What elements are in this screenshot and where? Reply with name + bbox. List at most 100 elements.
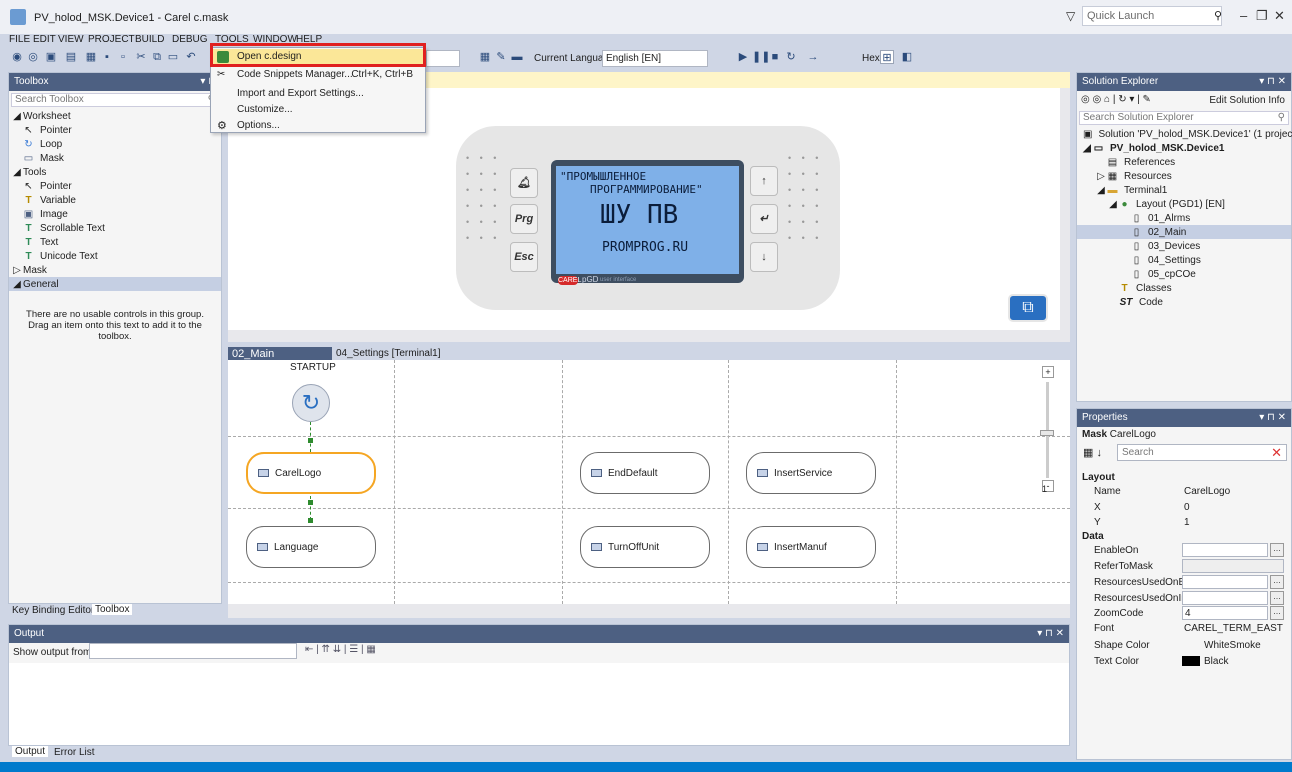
output-content[interactable] xyxy=(9,663,1069,745)
properties-object[interactable]: Mask CarelLogo xyxy=(1077,427,1291,442)
prop-x-row[interactable]: X0 xyxy=(1076,500,1292,515)
section-layout[interactable]: Layout xyxy=(1076,470,1292,485)
menu-code-snippets[interactable]: ✂ Code Snippets Manager... Ctrl+K, Ctrl+B xyxy=(211,67,425,83)
menu-view[interactable]: VIEW xyxy=(58,34,84,45)
group-mask[interactable]: ▷ Mask xyxy=(9,263,221,277)
menu-project[interactable]: PROJECT xyxy=(88,34,135,45)
quick-launch-input[interactable]: Quick Launch xyxy=(1082,6,1222,26)
prg-button[interactable]: Prg xyxy=(510,204,538,234)
prop-font-row[interactable]: Font CAREL_TERM_EAST xyxy=(1076,621,1292,636)
prop-enableon-row[interactable]: EnableOn… xyxy=(1076,543,1292,558)
prop-value[interactable]: CAREL_TERM_EAST xyxy=(1184,623,1283,634)
tree-code[interactable]: ST Code xyxy=(1077,295,1291,309)
prop-value[interactable]: 0 xyxy=(1184,502,1190,513)
down-arrow-icon[interactable]: ↓ xyxy=(750,242,778,272)
restore-icon[interactable]: ❐ xyxy=(1256,8,1268,24)
tree-layout[interactable]: ◢ ● Layout (PGD1) [EN] xyxy=(1077,197,1291,211)
save-icon[interactable]: ▪ xyxy=(100,50,114,64)
tree-project[interactable]: ◢ ▭ PV_holod_MSK.Device1 xyxy=(1077,141,1291,155)
section-data[interactable]: Data xyxy=(1076,529,1292,544)
prop-y-row[interactable]: Y1 xyxy=(1076,515,1292,530)
tree-resources[interactable]: ▷ ▦ Resources xyxy=(1077,169,1291,183)
menu-debug[interactable]: DEBUG xyxy=(172,34,208,45)
enter-icon[interactable]: ↵ xyxy=(750,204,778,234)
grid-icon[interactable]: ▦ xyxy=(478,50,492,64)
step-icon[interactable]: → xyxy=(806,50,820,64)
tool-pointer-2[interactable]: ↖ Pointer xyxy=(9,179,221,193)
menu-options[interactable]: ⚙ Options... xyxy=(211,118,425,134)
add-item-icon[interactable]: ▤ xyxy=(64,50,78,64)
paste-icon[interactable]: ▭ xyxy=(166,50,180,64)
flow-node-insertservice[interactable]: InsertService xyxy=(746,452,876,494)
tree-03-devices[interactable]: ▯ 03_Devices xyxy=(1077,239,1291,253)
tool-pointer[interactable]: ↖ Pointer xyxy=(9,123,221,137)
group-general[interactable]: ◢ General xyxy=(9,277,221,291)
tool-text[interactable]: T Text xyxy=(9,235,221,249)
esc-button[interactable]: Esc xyxy=(510,242,538,272)
forward-icon[interactable]: ◎ xyxy=(26,50,40,64)
tool-mask[interactable]: ▭ Mask xyxy=(9,151,221,165)
zoom-in-button[interactable]: + xyxy=(1042,366,1054,378)
resize-device-icon[interactable]: ⧉ xyxy=(1008,294,1048,322)
prop-value[interactable]: 4 xyxy=(1182,606,1268,620)
language-select[interactable]: English [EN] xyxy=(602,50,708,67)
filter-icon[interactable]: ▽ xyxy=(1066,9,1075,23)
ellipsis-button[interactable]: … xyxy=(1270,591,1284,605)
tab-key-binding-editor[interactable]: Key Binding Editor xyxy=(12,605,94,616)
menu-import-export[interactable]: Import and Export Settings... xyxy=(211,86,425,102)
tool-variable[interactable]: T Variable xyxy=(9,193,221,207)
output-source-select[interactable] xyxy=(89,643,297,659)
cut-icon[interactable]: ✂ xyxy=(134,50,148,64)
tool-scrollable-text[interactable]: T Scrollable Text xyxy=(9,221,221,235)
output-toolbar-icons[interactable]: ⇤ | ⇈ ⇊ | ☰ | ▦ xyxy=(305,644,376,655)
undo-icon[interactable]: ↶ xyxy=(184,50,198,64)
flow-node-turnoffunit[interactable]: TurnOffUnit xyxy=(580,526,710,568)
prop-shapecolor-row[interactable]: Shape Color WhiteSmoke xyxy=(1076,638,1292,653)
prop-dropdown[interactable] xyxy=(1182,559,1284,573)
menu-file[interactable]: FILE xyxy=(9,34,30,45)
tab-02-main[interactable]: 02_Main [Terminal1]* ⊓ ✕ xyxy=(228,347,332,373)
designer-hscrollbar[interactable] xyxy=(228,330,1070,342)
flow-node-insertmanuf[interactable]: InsertManuf xyxy=(746,526,876,568)
prop-textcolor-row[interactable]: Text Color Black xyxy=(1076,654,1292,669)
open-icon[interactable]: ▦ xyxy=(84,50,98,64)
prop-value-field[interactable] xyxy=(1182,575,1268,589)
pin-icon[interactable]: ▾ ⊓ ✕ xyxy=(1259,412,1286,423)
home-icon[interactable]: ◎ ◎ ⌂ | ↻ ▾ | ✎ xyxy=(1081,94,1151,105)
clear-search-icon[interactable]: ✕ xyxy=(1271,445,1282,461)
solution-search[interactable]: Search Solution Explorer ⚲ xyxy=(1079,111,1289,125)
up-arrow-icon[interactable]: ↑ xyxy=(750,166,778,196)
prop-name-row[interactable]: Name CarelLogo xyxy=(1076,484,1292,499)
prop-resint-row[interactable]: ResourcesUsedOnInt… xyxy=(1076,591,1292,606)
tree-solution[interactable]: ▣ Solution 'PV_holod_MSK.Device1' (1 proj… xyxy=(1077,127,1292,141)
zoom-slider-thumb[interactable] xyxy=(1040,430,1054,436)
tree-02-main[interactable]: ▯ 02_Main xyxy=(1077,225,1291,239)
startup-loop-icon[interactable]: ↻ xyxy=(292,384,330,422)
menu-edit[interactable]: EDIT xyxy=(33,34,56,45)
flow-node-language[interactable]: Language xyxy=(246,526,376,568)
search-icon[interactable]: ⚲ xyxy=(1214,9,1222,22)
pin-icon[interactable]: ▾ ⊓ ✕ xyxy=(1259,76,1286,87)
tree-05-cpcoe[interactable]: ▯ 05_cpCOe xyxy=(1077,267,1291,281)
prop-value[interactable]: Black xyxy=(1204,656,1228,667)
menu-build[interactable]: BUILD xyxy=(135,34,164,45)
group-worksheet[interactable]: ◢ Worksheet xyxy=(9,109,221,123)
tree-terminal1[interactable]: ◢ ▬ Terminal1 xyxy=(1077,183,1291,197)
wand-icon[interactable]: ✎ xyxy=(494,50,508,64)
ellipsis-button[interactable]: … xyxy=(1270,606,1284,620)
close-icon[interactable]: ✕ xyxy=(1274,8,1285,24)
tree-01-alrms[interactable]: ▯ 01_Alrms xyxy=(1077,211,1291,225)
prop-value[interactable]: CarelLogo xyxy=(1184,486,1230,497)
tree-classes[interactable]: T Classes xyxy=(1077,281,1291,295)
device-icon[interactable]: ▬ xyxy=(510,50,524,64)
tab-04-settings[interactable]: 04_Settings [Terminal1] xyxy=(336,348,441,359)
flow-node-enddefault[interactable]: EndDefault xyxy=(580,452,710,494)
copy-icon[interactable]: ⧉ xyxy=(150,50,164,64)
tab-toolbox[interactable]: Toolbox xyxy=(92,604,133,615)
toolbox-search[interactable]: Search Toolbox⚲ xyxy=(11,93,219,107)
restart-icon[interactable]: ↻ xyxy=(784,50,798,64)
hex-label[interactable]: Hex xyxy=(862,53,880,64)
stop-icon[interactable]: ■ xyxy=(768,50,782,64)
save-all-icon[interactable]: ▫ xyxy=(116,50,130,64)
ellipsis-button[interactable]: … xyxy=(1270,543,1284,557)
